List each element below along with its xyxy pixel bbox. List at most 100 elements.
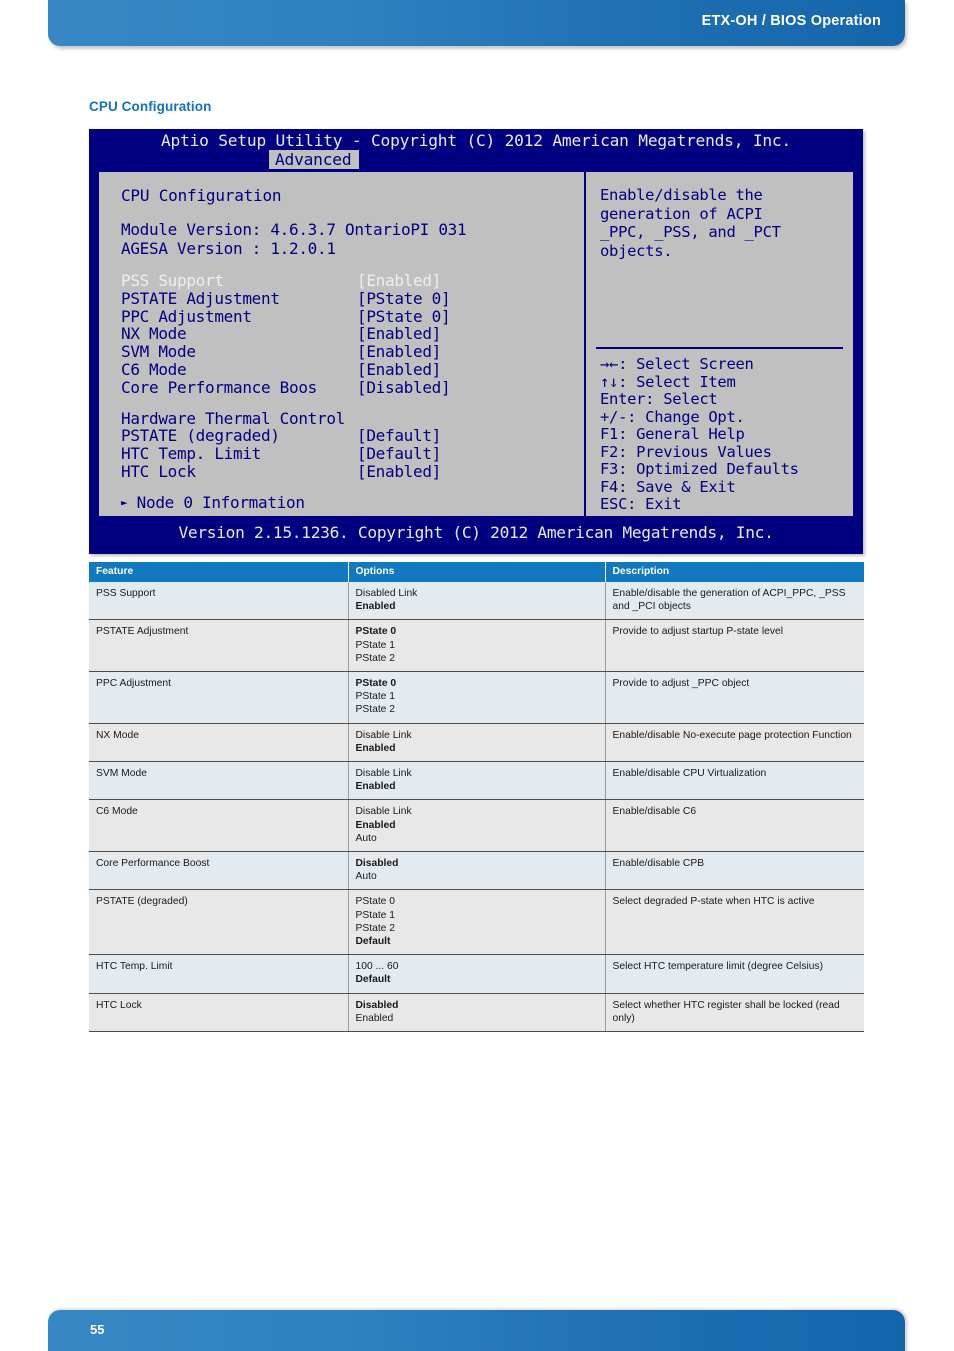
cell-description: Provide to adjust startup P-state level — [605, 619, 864, 673]
bios-option-row[interactable]: SVM Mode [Enabled] — [121, 343, 584, 361]
page-header-bar: ETX-OH / BIOS Operation — [48, 0, 905, 46]
bios-option-label: C6 Mode — [121, 359, 187, 379]
cell-feature: PSS Support — [89, 582, 349, 621]
column-header-description: Description — [605, 562, 864, 582]
cell-options: PState 0 PState 1 PState 2 — [348, 619, 606, 673]
option-value: PState 0 — [355, 896, 396, 908]
bios-option-row[interactable]: PSS Support [Enabled] — [121, 272, 584, 290]
table-row: PSTATE (degraded) PState 0 PState 1 PState … — [89, 889, 864, 956]
page-root: ETX-OH / BIOS Operation CPU Configuratio… — [0, 0, 954, 1351]
cell-description: Enable/disable No-execute page protectio… — [605, 723, 864, 763]
bios-option-label: HTC Temp. Limit — [121, 444, 261, 464]
table-row: HTC Temp. Limit 100 ... 60 Default Select H… — [89, 954, 864, 994]
bios-option-list: PSS Support [Enabled] PSTATE Adjustment [PS… — [121, 272, 584, 397]
option-value: Enabled — [355, 742, 396, 754]
bios-option-label: HTC Lock — [121, 461, 196, 481]
bios-panel-heading: CPU Configuration — [121, 186, 282, 205]
bios-key-legend: →←: Select Screen ↑↓: Select Item Enter:… — [600, 355, 799, 513]
cell-options: Disable Link Enabled — [348, 761, 606, 801]
option-value: PState 0 — [355, 678, 397, 690]
bios-option-value: [Disabled] — [357, 377, 451, 397]
cell-options: Disabled Enabled — [348, 993, 606, 1033]
bios-option-label: PSTATE (degraded) — [121, 426, 280, 446]
option-value: Auto — [355, 871, 377, 883]
bios-option-row[interactable]: PPC Adjustment [PState 0] — [121, 306, 584, 326]
bios-option-value: [Enabled] — [357, 359, 441, 379]
cell-feature: C6 Mode — [89, 799, 349, 853]
cell-description: Provide to adjust _PPC object — [605, 671, 864, 724]
option-value: Enabled — [355, 601, 396, 613]
bios-node-link-label: Node 0 Information — [136, 492, 305, 512]
cell-options: 100 ... 60 Default — [348, 954, 606, 994]
option-value: PState 2 — [355, 704, 396, 716]
table-row: SVM Mode Disable Link Enabled Enable/disabl… — [89, 761, 864, 801]
bios-thermal-option-list: PSTATE (degraded) [Default] HTC Temp. Limi… — [121, 427, 584, 480]
bios-option-row[interactable]: C6 Mode [Enabled] — [121, 361, 584, 379]
cell-feature: NX Mode — [89, 723, 349, 763]
bios-option-label: PPC Adjustment — [121, 306, 252, 326]
cell-options: PState 0 PState 1 PState 2 Default — [348, 889, 606, 956]
cell-feature: PSTATE Adjustment — [89, 619, 349, 673]
cell-options: PState 0 PState 1 PState 2 — [348, 671, 606, 724]
bios-version-footer: Version 2.15.1236. Copyright (C) 2012 Am… — [178, 523, 774, 542]
tab-advanced[interactable]: Advanced — [269, 150, 360, 169]
header-title: ETX-OH / BIOS Operation — [701, 13, 881, 29]
cell-description: Enable/disable C6 — [605, 799, 864, 853]
bios-footer-bar: Version 2.15.1236. Copyright (C) 2012 Am… — [89, 518, 863, 554]
table-row: HTC Lock Disabled Enabled Select whether HT… — [89, 993, 864, 1033]
option-value: Disabled — [355, 999, 399, 1011]
bios-option-value: [Default] — [357, 444, 441, 464]
bios-body: CPU Configuration Module Version: 4.6.3.… — [97, 170, 855, 518]
bios-node-link[interactable]: ► Node 0 Information — [121, 492, 584, 512]
option-value: Auto — [355, 832, 377, 844]
option-value: 100 ... 60 — [355, 961, 399, 973]
option-value: Disable Link — [355, 768, 412, 780]
option-value: Enabled — [355, 781, 396, 793]
bios-option-value: [Enabled] — [357, 342, 441, 362]
bios-screen: Aptio Setup Utility - Copyright (C) 2012… — [89, 129, 863, 554]
bios-option-label: Core Performance Boos — [121, 377, 317, 397]
agesa-version-text: AGESA Version : 1.2.0.1 — [121, 239, 336, 258]
bios-title: Aptio Setup Utility - Copyright (C) 2012… — [160, 131, 792, 150]
module-version-text: Module Version: 4.6.3.7 OntarioPI 031 — [121, 220, 467, 239]
cell-feature: Core Performance Boost — [89, 851, 349, 891]
option-value: Disable Link — [355, 729, 412, 741]
bios-option-row[interactable]: NX Mode [Enabled] — [121, 325, 584, 343]
bios-option-value: [Enabled] — [357, 461, 441, 481]
page-number: 55 — [90, 1322, 105, 1337]
option-value: Enabled — [355, 819, 396, 831]
bios-help-panel: Enable/disable the generation of ACPI _P… — [586, 172, 853, 516]
option-value: Enabled — [355, 1012, 394, 1024]
cell-feature: HTC Temp. Limit — [89, 954, 349, 994]
table-row: Core Performance Boost Disabled Auto Enable… — [89, 851, 864, 891]
cell-description: Enable/disable CPU Virtualization — [605, 761, 864, 801]
option-value: PState 2 — [355, 922, 396, 934]
bios-option-row[interactable]: PSTATE Adjustment [PState 0] — [121, 288, 584, 308]
bios-thermal-option-row[interactable]: PSTATE (degraded) [Default] — [121, 427, 584, 445]
page-footer-bar: 55 — [48, 1310, 905, 1351]
bios-option-value: [PState 0] — [357, 288, 451, 308]
option-value: Default — [355, 974, 391, 986]
bios-settings-panel: CPU Configuration Module Version: 4.6.3.… — [99, 172, 586, 516]
bios-option-label: PSTATE Adjustment — [121, 288, 280, 308]
table-row: PSS Support Disabled Link Enabled Enable/di… — [89, 582, 864, 621]
bios-option-label: NX Mode — [121, 324, 187, 344]
table-row: PPC Adjustment PState 0 PState 1 PState 2 Pr… — [89, 671, 864, 724]
option-value: PState 1 — [355, 691, 396, 703]
bios-option-label: SVM Mode — [121, 342, 196, 362]
column-header-feature: Feature — [89, 562, 349, 582]
cell-description: Select degraded P-state when HTC is acti… — [605, 889, 864, 956]
cell-description: Select whether HTC register shall be loc… — [605, 993, 864, 1033]
bios-thermal-option-row[interactable]: HTC Lock [Enabled] — [121, 463, 584, 481]
bios-option-label: PSS Support — [121, 271, 224, 290]
bios-option-row[interactable]: Core Performance Boos [Disabled] — [121, 377, 584, 397]
table-body: PSS Support Disabled Link Enabled Enable/di… — [89, 582, 864, 1033]
table-row: NX Mode Disable Link Enabled Enable/disable… — [89, 723, 864, 763]
option-value: Default — [355, 936, 391, 948]
option-value: Disabled — [355, 858, 399, 870]
bios-option-value: [Enabled] — [357, 324, 441, 344]
cell-feature: HTC Lock — [89, 993, 349, 1033]
page-title: CPU Configuration — [89, 99, 212, 114]
bios-thermal-option-row[interactable]: HTC Temp. Limit [Default] — [121, 445, 584, 463]
settings-table: Feature Options Description PSS Support D… — [89, 562, 864, 1033]
